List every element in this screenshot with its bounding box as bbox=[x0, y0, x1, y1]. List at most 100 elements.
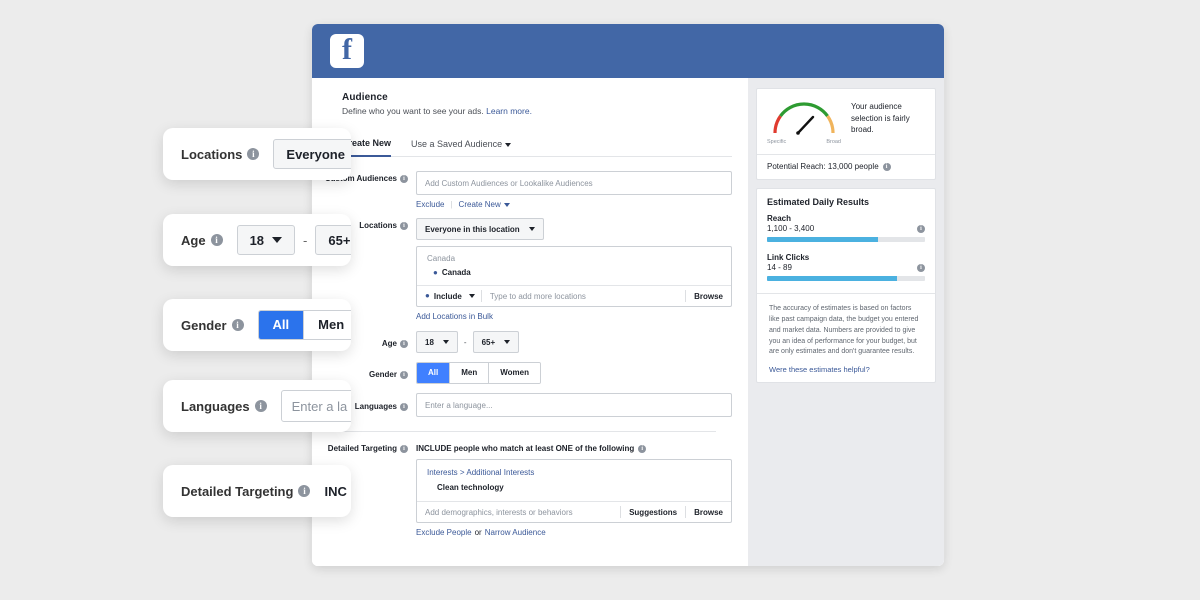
gender-option-women[interactable]: Women bbox=[489, 363, 540, 383]
age-max-value: 65+ bbox=[481, 337, 496, 347]
metric-reach-name: Reach bbox=[767, 214, 792, 223]
gender-option-all[interactable]: All bbox=[417, 363, 451, 383]
age-max-select[interactable]: 65+ bbox=[472, 331, 520, 353]
info-icon[interactable]: i bbox=[400, 444, 408, 453]
accuracy-note: The accuracy of estimates is based on fa… bbox=[769, 305, 919, 356]
locations-label-text: Locations bbox=[359, 221, 397, 230]
gender-option-men[interactable]: Men bbox=[450, 363, 490, 383]
age-label-text: Age bbox=[381, 338, 397, 348]
floating-locations-control[interactable]: Everyone bbox=[273, 139, 351, 169]
window-body: Audience Define who you want to see your… bbox=[312, 78, 944, 566]
gauge-row: Specific Broad Your audience selection i… bbox=[767, 97, 925, 145]
metric-reach-value: 1,100 - 3,400 bbox=[767, 224, 815, 233]
floating-locations-button[interactable]: Everyone bbox=[273, 139, 351, 169]
page-subtitle-text: Define who you want to see your ads. bbox=[342, 106, 484, 116]
suggestions-button[interactable]: Suggestions bbox=[621, 508, 685, 517]
info-icon[interactable]: i bbox=[254, 400, 267, 412]
floating-age-control[interactable]: 18 - 65+ bbox=[236, 225, 351, 255]
info-icon[interactable]: i bbox=[400, 174, 408, 183]
floating-age-min-value: 18 bbox=[249, 232, 265, 248]
estimates-helpful-link[interactable]: Were these estimates helpful? bbox=[767, 365, 925, 374]
floating-card-locations[interactable]: Locations i Everyone bbox=[163, 128, 351, 180]
gauge-labels: Specific Broad bbox=[767, 139, 841, 145]
locations-include-label: Include bbox=[433, 291, 462, 301]
field-languages: Languages i Enter a language... bbox=[316, 393, 732, 417]
detailed-targeting-input[interactable]: Add demographics, interests or behaviors bbox=[417, 508, 620, 517]
languages-input[interactable]: Enter a language... bbox=[416, 393, 732, 417]
info-icon[interactable]: i bbox=[400, 402, 408, 411]
floating-age-max[interactable]: 65+ bbox=[315, 225, 351, 255]
info-icon[interactable]: i bbox=[210, 234, 223, 246]
section-header: Audience Define who you want to see your… bbox=[312, 92, 748, 126]
learn-more-link[interactable]: Learn more. bbox=[486, 106, 532, 116]
info-icon[interactable]: i bbox=[400, 339, 408, 348]
audience-definition-sidebar: Specific Broad Your audience selection i… bbox=[748, 78, 944, 566]
floating-languages-label: Languages i bbox=[181, 399, 267, 414]
browse-button[interactable]: Browse bbox=[686, 508, 731, 517]
locations-scope-selector[interactable]: Everyone in this location bbox=[416, 218, 544, 240]
floating-card-detailed-targeting[interactable]: Detailed Targeting i INC bbox=[163, 465, 351, 517]
detailed-targeting-include-text: INCLUDE people who match at least ONE of… bbox=[416, 444, 635, 453]
tab-use-saved-audience[interactable]: Use a Saved Audience bbox=[411, 139, 512, 156]
info-icon[interactable]: i bbox=[882, 162, 891, 171]
audience-definition-card: Specific Broad Your audience selection i… bbox=[756, 88, 936, 180]
exclude-people-link[interactable]: Exclude People bbox=[416, 528, 472, 537]
interest-item-clean-technology[interactable]: Clean technology bbox=[417, 481, 731, 501]
floating-locations-label-text: Locations bbox=[181, 146, 243, 162]
audience-gauge: Specific Broad bbox=[767, 97, 841, 145]
metric-reach: Reach 1,100 - 3,400 i bbox=[767, 214, 925, 242]
exclude-link[interactable]: Exclude bbox=[416, 200, 444, 209]
detailed-targeting-sublinks: Exclude People or Narrow Audience bbox=[416, 528, 732, 537]
add-locations-in-bulk-link[interactable]: Add Locations in Bulk bbox=[416, 312, 493, 321]
chevron-down-icon bbox=[504, 340, 511, 344]
facebook-logo-icon: f bbox=[330, 34, 364, 68]
floating-locations-label: Locations i bbox=[181, 146, 260, 162]
chevron-down-icon bbox=[528, 227, 535, 231]
info-icon[interactable]: i bbox=[231, 319, 244, 331]
age-separator: - bbox=[463, 337, 467, 347]
info-icon[interactable]: i bbox=[917, 263, 925, 272]
custom-audiences-input[interactable]: Add Custom Audiences or Lookalike Audien… bbox=[416, 171, 732, 195]
floating-gender-option-men[interactable]: Men bbox=[304, 311, 351, 339]
floating-gender-option-all[interactable]: All bbox=[258, 311, 305, 339]
locations-search-input[interactable]: Type to add more locations bbox=[482, 292, 685, 301]
field-age: Age i 18 - 65+ bbox=[316, 331, 732, 353]
info-icon[interactable]: i bbox=[638, 444, 647, 453]
info-icon[interactable]: i bbox=[247, 148, 260, 160]
section-divider bbox=[320, 431, 716, 432]
gender-label-text: Gender bbox=[368, 369, 397, 379]
info-icon[interactable]: i bbox=[400, 221, 408, 230]
location-chip-canada[interactable]: ● Canada bbox=[417, 266, 731, 285]
floating-age-max-value: 65+ bbox=[328, 232, 351, 248]
locations-field: Everyone in this location Canada ● Canad… bbox=[416, 218, 732, 321]
floating-card-gender[interactable]: Gender i All Men bbox=[163, 299, 351, 351]
locations-browse-button[interactable]: Browse bbox=[686, 292, 731, 301]
page-title: Audience bbox=[342, 92, 388, 103]
locations-include-selector[interactable]: ● Include bbox=[417, 292, 481, 301]
chevron-down-icon bbox=[468, 294, 475, 298]
floating-languages-input[interactable]: Enter a la bbox=[280, 390, 351, 422]
floating-age-min[interactable]: 18 bbox=[236, 225, 296, 255]
detailed-targeting-field: INCLUDE people who match at least ONE of… bbox=[416, 444, 732, 537]
detailed-targeting-label-text: Detailed Targeting bbox=[327, 444, 397, 453]
breadcrumb[interactable]: Interests > Additional Interests bbox=[417, 460, 731, 481]
or-text: or bbox=[474, 528, 482, 537]
info-icon[interactable]: i bbox=[400, 370, 408, 379]
narrow-audience-link[interactable]: Narrow Audience bbox=[485, 528, 546, 537]
floating-card-languages[interactable]: Languages i Enter a la bbox=[163, 380, 351, 432]
languages-field: Enter a language... bbox=[416, 393, 732, 417]
floating-detailed-targeting-label: Detailed Targeting i bbox=[181, 484, 311, 499]
detailed-targeting-include-header: INCLUDE people who match at least ONE of… bbox=[416, 444, 732, 453]
floating-card-age[interactable]: Age i 18 - 65+ bbox=[163, 214, 351, 266]
floating-languages-control[interactable]: Enter a la bbox=[280, 390, 351, 422]
age-min-select[interactable]: 18 bbox=[416, 331, 458, 353]
tab-use-saved-audience-label: Use a Saved Audience bbox=[411, 139, 503, 149]
link-divider: | bbox=[450, 200, 453, 209]
location-pin-icon: ● bbox=[433, 267, 438, 277]
metric-link-clicks-value: 14 - 89 bbox=[767, 263, 792, 272]
info-icon[interactable]: i bbox=[298, 485, 311, 497]
gender-field: All Men Women bbox=[416, 362, 732, 384]
custom-audiences-sublinks: Exclude | Create New bbox=[416, 200, 732, 209]
info-icon[interactable]: i bbox=[917, 224, 925, 233]
create-new-link[interactable]: Create New bbox=[459, 200, 510, 209]
